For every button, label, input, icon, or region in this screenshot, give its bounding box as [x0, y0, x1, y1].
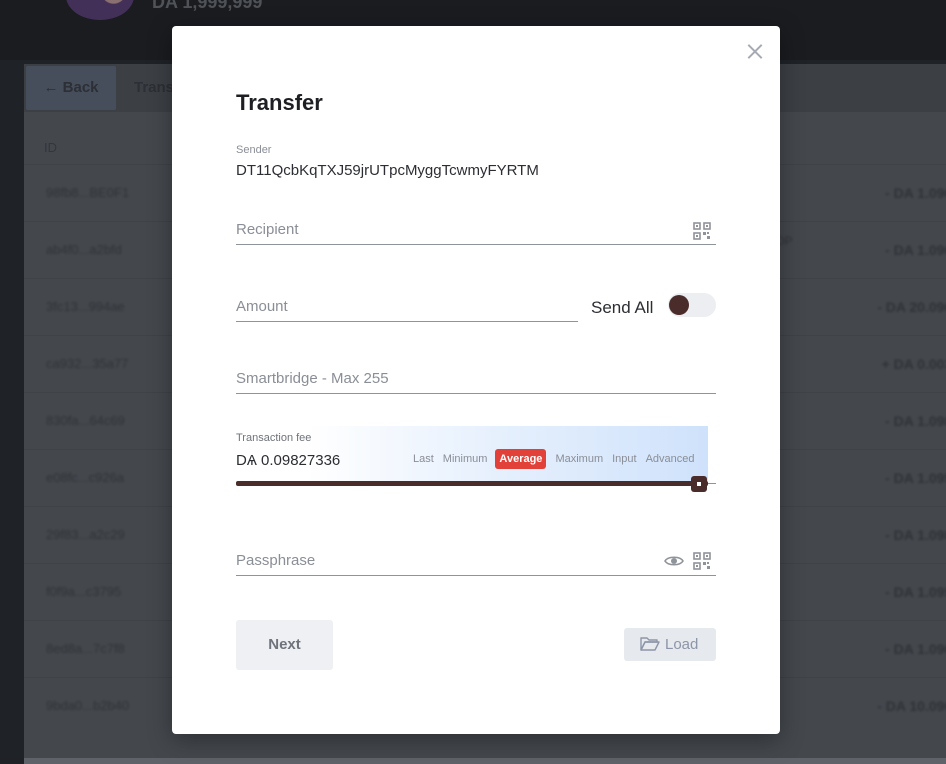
- id-column-header: ID: [44, 140, 57, 155]
- passphrase-field[interactable]: [236, 545, 716, 576]
- fee-slider-handle[interactable]: [691, 476, 707, 492]
- fee-option-average[interactable]: Average: [495, 449, 547, 469]
- avatar: [66, 0, 134, 20]
- amount-input[interactable]: [236, 298, 578, 315]
- back-button[interactable]: ← Back: [26, 66, 116, 110]
- load-label: Load: [665, 636, 699, 653]
- next-button[interactable]: Next: [236, 620, 333, 670]
- wallet-balance: DA 1,999,999: [152, 0, 263, 12]
- qr-code-icon[interactable]: [693, 552, 711, 570]
- smartbridge-field[interactable]: [236, 363, 716, 394]
- fee-options: Last Minimum Average Maximum Input Advanced: [408, 449, 699, 469]
- transaction-id[interactable]: e08fc...c926a: [46, 470, 124, 485]
- eye-icon[interactable]: [664, 554, 684, 568]
- amount-field[interactable]: [236, 291, 578, 322]
- fee-slider-track[interactable]: [236, 481, 708, 486]
- fee-option-input[interactable]: Input: [608, 449, 640, 469]
- transaction-id[interactable]: ca932...35a77: [46, 356, 128, 371]
- transaction-amount: - DA 1.0962: [885, 242, 946, 258]
- close-icon[interactable]: [744, 40, 766, 62]
- recipient-input[interactable]: [236, 221, 716, 238]
- transaction-id[interactable]: 98fb8...BE0F1: [46, 185, 129, 200]
- smartbridge-input[interactable]: [236, 370, 716, 387]
- send-all-label: Send All: [591, 298, 654, 317]
- load-button[interactable]: Load: [624, 628, 716, 661]
- transaction-amount: - DA 1.0958: [885, 584, 946, 600]
- sender-label: Sender: [236, 144, 272, 156]
- transaction-id[interactable]: 830fa...64c69: [46, 413, 125, 428]
- transaction-id[interactable]: 8ed8a...7c7f8: [46, 641, 125, 656]
- transaction-amount: - DA 1.0962: [885, 185, 946, 201]
- transaction-id[interactable]: ab4f0...a2bfd: [46, 242, 122, 257]
- qr-code-icon[interactable]: [693, 222, 711, 240]
- fee-option-minimum[interactable]: Minimum: [439, 449, 492, 469]
- transaction-id[interactable]: 29f83...a2c29: [46, 527, 125, 542]
- passphrase-input[interactable]: [236, 552, 716, 569]
- transaction-amount: + DA 0.0037: [881, 356, 946, 372]
- transaction-amount: - DA 1.0984: [885, 413, 946, 429]
- transaction-amount: - DA 1.0984: [885, 527, 946, 543]
- fee-option-last[interactable]: Last: [409, 449, 438, 469]
- recipient-field[interactable]: [236, 214, 716, 245]
- sender-address: DT11QcbKqTXJ59jrUTpcMyggTcwmyFYRTM: [236, 162, 539, 179]
- transaction-amount: - DA 10.0904: [877, 698, 946, 714]
- fee-option-maximum[interactable]: Maximum: [551, 449, 607, 469]
- transaction-amount: - DA 1.0954: [885, 470, 946, 486]
- transaction-id[interactable]: 3fc13...994ae: [46, 299, 125, 314]
- transaction-amount: - DA 20.0962: [877, 299, 946, 315]
- fee-value: DѦ 0.09827336: [236, 452, 341, 469]
- modal-title: Transfer: [236, 90, 323, 115]
- folder-open-icon: [640, 637, 660, 651]
- fee-option-advanced[interactable]: Advanced: [642, 449, 699, 469]
- fee-slider-rail: [708, 483, 716, 484]
- transaction-amount: - DA 1.0962: [885, 641, 946, 657]
- transfer-modal: Transfer Sender DT11QcbKqTXJ59jrUTpcMygg…: [172, 26, 780, 734]
- toggle-knob: [669, 295, 689, 315]
- transaction-id[interactable]: f0f9a...c3795: [46, 584, 121, 599]
- transaction-id[interactable]: 9bda0...b2b40: [46, 698, 129, 713]
- send-all-toggle[interactable]: [668, 293, 716, 317]
- fee-label: Transaction fee: [236, 432, 312, 444]
